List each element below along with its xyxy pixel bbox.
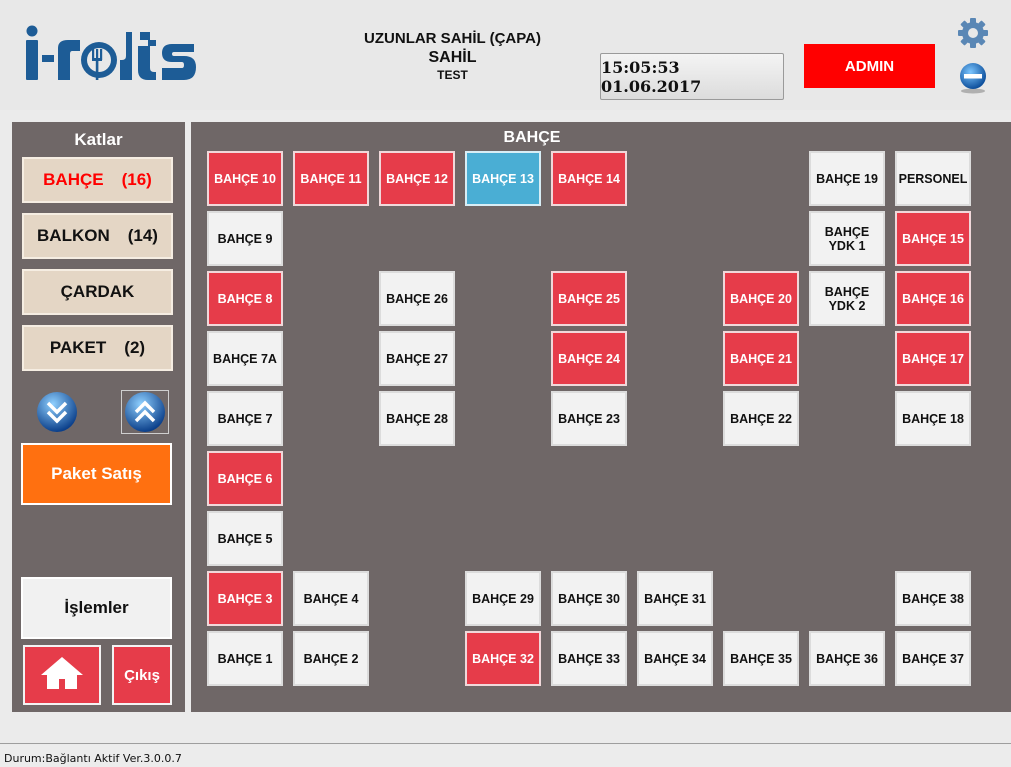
- package-sale-button[interactable]: Paket Satış: [21, 443, 172, 505]
- header: UZUNLAR SAHİL (ÇAPA) SAHİL TEST 15:05:53…: [0, 0, 1011, 110]
- floor-name: BAHÇE: [43, 170, 104, 189]
- operations-button[interactable]: İşlemler: [21, 577, 172, 639]
- table-button[interactable]: BAHÇE 28: [379, 391, 455, 446]
- table-button[interactable]: BAHÇE 17: [895, 331, 971, 386]
- status-text: Durum:Bağlantı Aktif Ver.3.0.0.7: [4, 752, 182, 765]
- table-button[interactable]: BAHÇE 21: [723, 331, 799, 386]
- venue-name: UZUNLAR SAHİL (ÇAPA): [364, 30, 541, 47]
- table-button[interactable]: BAHÇE 12: [379, 151, 455, 206]
- table-button[interactable]: BAHÇE 6: [207, 451, 283, 506]
- table-button[interactable]: BAHÇE 2: [293, 631, 369, 686]
- table-button[interactable]: BAHÇE 19: [809, 151, 885, 206]
- table-button[interactable]: BAHÇE 27: [379, 331, 455, 386]
- floor-name: PAKET: [49, 338, 107, 357]
- table-button[interactable]: BAHÇE 14: [551, 151, 627, 206]
- floor-sidebar: Katlar BAHÇE (16) BALKON (14) ÇARDAK PAK…: [12, 122, 185, 712]
- floor-button-paket[interactable]: PAKET (2): [22, 325, 173, 371]
- venue-info: UZUNLAR SAHİL (ÇAPA) SAHİL TEST: [330, 30, 575, 82]
- datetime-display: 15:05:53 01.06.2017: [600, 53, 784, 100]
- floor-name: ÇARDAK: [60, 282, 135, 301]
- table-button[interactable]: BAHÇE 37: [895, 631, 971, 686]
- home-icon: [39, 655, 85, 696]
- gear-icon[interactable]: [956, 16, 990, 50]
- table-button[interactable]: BAHÇE 9: [207, 211, 283, 266]
- table-button[interactable]: BAHÇE 15: [895, 211, 971, 266]
- table-button[interactable]: BAHÇE 22: [723, 391, 799, 446]
- double-chevron-up-icon[interactable]: [121, 390, 169, 434]
- table-button[interactable]: BAHÇE 31: [637, 571, 713, 626]
- table-button[interactable]: BAHÇE YDK 2: [809, 271, 885, 326]
- table-button[interactable]: BAHÇE 10: [207, 151, 283, 206]
- i-rots-logo: [22, 22, 202, 86]
- table-button[interactable]: BAHÇE YDK 1: [809, 211, 885, 266]
- double-chevron-down-icon[interactable]: [33, 390, 81, 434]
- table-button[interactable]: BAHÇE 16: [895, 271, 971, 326]
- table-button[interactable]: BAHÇE 36: [809, 631, 885, 686]
- table-button[interactable]: BAHÇE 11: [293, 151, 369, 206]
- table-button[interactable]: BAHÇE 25: [551, 271, 627, 326]
- floor-button-bahce[interactable]: BAHÇE (16): [22, 157, 173, 203]
- table-button[interactable]: BAHÇE 7: [207, 391, 283, 446]
- table-button[interactable]: BAHÇE 30: [551, 571, 627, 626]
- table-button[interactable]: BAHÇE 1: [207, 631, 283, 686]
- table-button[interactable]: BAHÇE 3: [207, 571, 283, 626]
- table-button[interactable]: BAHÇE 4: [293, 571, 369, 626]
- app-window: UZUNLAR SAHİL (ÇAPA) SAHİL TEST 15:05:53…: [0, 0, 1011, 767]
- table-button[interactable]: BAHÇE 13: [465, 151, 541, 206]
- user-button[interactable]: ADMIN: [804, 44, 935, 88]
- venue-mode: TEST: [437, 68, 468, 82]
- table-button[interactable]: BAHÇE 34: [637, 631, 713, 686]
- floor-count: (14): [127, 226, 158, 245]
- table-button[interactable]: BAHÇE 29: [465, 571, 541, 626]
- floor-count: (16): [121, 170, 152, 189]
- floor-button-cardak[interactable]: ÇARDAK: [22, 269, 173, 315]
- floor-title: BAHÇE: [503, 129, 561, 146]
- table-button[interactable]: BAHÇE 23: [551, 391, 627, 446]
- floor-button-balkon[interactable]: BALKON (14): [22, 213, 173, 259]
- venue-section: SAHİL: [428, 49, 477, 66]
- table-button[interactable]: BAHÇE 20: [723, 271, 799, 326]
- table-button[interactable]: BAHÇE 26: [379, 271, 455, 326]
- table-map: BAHÇE BAHÇE 10 BAHÇE 11 BAHÇE 12 BAHÇE 13 BA…: [191, 122, 1011, 712]
- minus-circle-icon[interactable]: [958, 60, 988, 94]
- table-button[interactable]: BAHÇE 18: [895, 391, 971, 446]
- floor-name: BALKON: [37, 226, 110, 245]
- table-button[interactable]: BAHÇE 8: [207, 271, 283, 326]
- footer-divider: [0, 743, 1011, 744]
- table-button[interactable]: PERSONEL: [895, 151, 971, 206]
- table-button[interactable]: BAHÇE 38: [895, 571, 971, 626]
- table-button[interactable]: BAHÇE 24: [551, 331, 627, 386]
- table-button[interactable]: BAHÇE 5: [207, 511, 283, 566]
- table-button[interactable]: BAHÇE 33: [551, 631, 627, 686]
- home-button[interactable]: [23, 645, 101, 705]
- exit-button[interactable]: Çıkış: [112, 645, 172, 705]
- table-button[interactable]: BAHÇE 32: [465, 631, 541, 686]
- table-button[interactable]: BAHÇE 35: [723, 631, 799, 686]
- status-bar: Durum:Bağlantı Aktif Ver.3.0.0.7: [0, 745, 1011, 767]
- floors-title: Katlar: [74, 130, 123, 149]
- floor-count: (2): [124, 338, 146, 357]
- table-button[interactable]: BAHÇE 7A: [207, 331, 283, 386]
